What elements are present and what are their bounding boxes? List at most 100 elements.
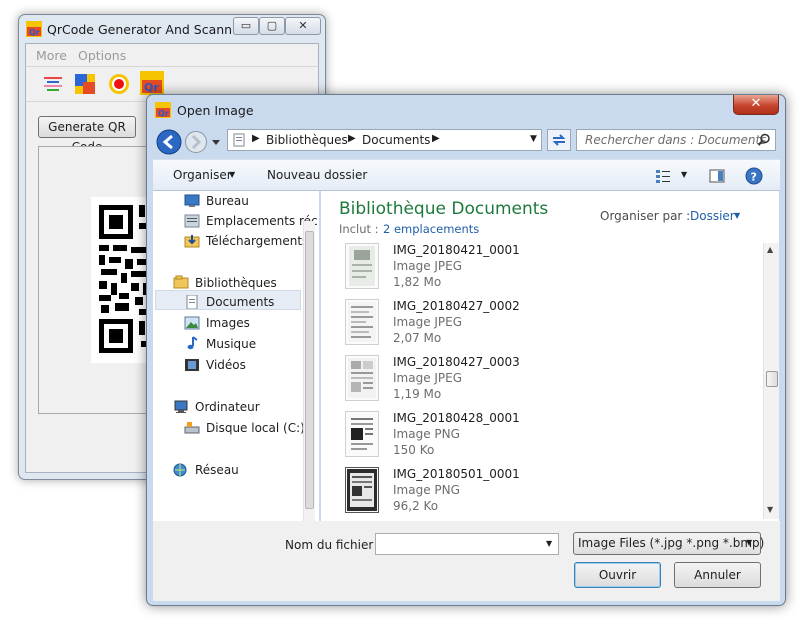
filter-dropdown-icon[interactable]: ▼ (746, 538, 752, 547)
command-bar: Organiser ▼ Nouveau dossier ▼ ? (153, 159, 780, 191)
organize-menu[interactable]: Organiser (173, 168, 232, 182)
nav-item-downloads[interactable]: Téléchargements (153, 231, 308, 251)
pictures-icon (184, 316, 200, 330)
close-button[interactable]: ✕ (285, 17, 321, 35)
menu-more[interactable]: More (36, 48, 67, 63)
organize-dropdown-icon[interactable]: ▼ (229, 170, 235, 179)
dialog-footer: Nom du fichier : ▼ Image Files (*.jpg *.… (153, 521, 780, 601)
nav-group-label: Bibliothèques (195, 276, 277, 290)
file-thumbnail (345, 299, 379, 345)
list-item[interactable]: IMG_20180421_0001 Image JPEG 1,82 Mo (321, 243, 761, 297)
scroll-up-icon[interactable]: ▲ (767, 245, 773, 254)
svg-text:Qr: Qr (158, 109, 169, 118)
help-icon[interactable]: ? (745, 167, 763, 185)
disk-drive-icon (184, 421, 200, 435)
color-blocks-icon[interactable] (74, 73, 96, 95)
nav-item-label: Bureau (206, 194, 249, 208)
file-type-filter[interactable]: Image Files (*.jpg *.png *.bmp) ▼ (573, 532, 764, 555)
refresh-button[interactable] (547, 129, 571, 151)
filename-input[interactable]: ▼ (375, 533, 559, 555)
generate-qr-button[interactable]: Generate QR Code (38, 116, 136, 154)
record-icon[interactable] (108, 73, 130, 95)
address-dropdown-icon[interactable]: ▼ (530, 134, 537, 144)
music-icon (184, 336, 200, 350)
search-box[interactable]: Rechercher dans : Documents (576, 129, 776, 151)
nav-item-local-disk[interactable]: Disque local (C:) (153, 418, 305, 438)
breadcrumb-separator-icon: ▶ (432, 133, 440, 144)
breadcrumb-separator-icon: ▶ (348, 133, 356, 144)
file-name: IMG_20180501_0001 (393, 467, 520, 481)
app-icon: Qr (26, 21, 42, 37)
cancel-button[interactable]: Annuler (674, 562, 761, 588)
file-list-scrollbar-thumb[interactable] (766, 371, 778, 387)
includes-locations-link[interactable]: 2 emplacements (383, 222, 479, 236)
text-align-icon[interactable] (42, 73, 64, 95)
qr-logo-icon[interactable]: Qr (140, 71, 164, 95)
scroll-down-icon[interactable]: ▼ (767, 505, 773, 514)
includes-label: Inclut : (339, 222, 379, 236)
svg-text:Qr: Qr (29, 28, 40, 37)
file-list-scrollbar[interactable]: ▲ ▼ (763, 243, 779, 519)
file-size: 1,19 Mo (393, 387, 442, 401)
maximize-button[interactable]: ▢ (259, 17, 285, 35)
qr-window-titlebar[interactable]: Qr QrCode Generator And Scann... ▭ ▢ ✕ (19, 15, 325, 43)
address-bar[interactable]: ▶ Bibliothèques ▶ Documents ▶ ▼ (227, 129, 542, 151)
search-icon[interactable] (757, 133, 771, 147)
nav-group-computer[interactable]: Ordinateur (153, 397, 301, 417)
nav-scrollbar-thumb[interactable] (305, 231, 314, 509)
forward-button[interactable] (184, 130, 208, 154)
nav-group-label: Réseau (195, 463, 239, 477)
desktop-icon (184, 194, 200, 208)
nav-item-label: Emplacements réc (206, 214, 318, 228)
dialog-titlebar[interactable]: Qr Open Image ✕ (147, 95, 785, 123)
recent-pages-dropdown-icon[interactable] (211, 136, 221, 146)
nav-item-label: Téléchargements (206, 234, 309, 248)
file-thumbnail (345, 243, 379, 289)
file-thumbnail (345, 411, 379, 457)
back-button[interactable] (156, 129, 182, 155)
file-name: IMG_20180428_0001 (393, 411, 520, 425)
preview-pane-icon[interactable] (709, 168, 725, 184)
nav-item-videos[interactable]: Vidéos (153, 355, 301, 375)
nav-item-label: Musique (206, 337, 257, 351)
nav-item-bureau[interactable]: Bureau (153, 191, 301, 211)
dialog-close-button[interactable]: ✕ (733, 95, 779, 115)
nav-item-recent-places[interactable]: Emplacements réc (153, 211, 318, 231)
file-type: Image JPEG (393, 259, 463, 273)
nav-item-documents[interactable]: Documents (153, 292, 301, 312)
qr-code-image (91, 197, 151, 363)
downloads-icon (184, 234, 200, 248)
arrange-by-dropdown-icon[interactable]: ▼ (734, 211, 740, 220)
open-button[interactable]: Ouvrir (574, 562, 661, 588)
menu-options[interactable]: Options (78, 48, 126, 63)
list-item[interactable]: IMG_20180428_0001 Image PNG 150 Ko (321, 411, 761, 465)
breadcrumb-documents[interactable]: Documents (362, 133, 430, 147)
nav-item-label: Disque local (C:) (206, 421, 305, 435)
new-folder-button[interactable]: Nouveau dossier (267, 168, 367, 182)
maximize-icon: ▢ (266, 19, 278, 32)
nav-item-label: Images (206, 316, 250, 330)
view-options-icon[interactable] (655, 168, 671, 184)
view-dropdown-icon[interactable]: ▼ (681, 170, 687, 179)
list-item[interactable]: IMG_20180427_0002 Image JPEG 2,07 Mo (321, 299, 761, 353)
recent-places-icon (184, 214, 200, 228)
breadcrumb-libraries[interactable]: Bibliothèques (266, 133, 348, 147)
library-icon (232, 133, 246, 147)
nav-group-libraries[interactable]: Bibliothèques (153, 273, 301, 293)
minimize-button[interactable]: ▭ (233, 17, 259, 35)
arrange-by-dropdown[interactable]: Dossier (690, 209, 735, 223)
qr-window-title: QrCode Generator And Scann... (47, 22, 245, 37)
content-pane: Bibliothèque Documents Inclut : 2 emplac… (321, 191, 779, 521)
file-size: 150 Ko (393, 443, 435, 457)
nav-scrollbar[interactable] (303, 221, 315, 521)
filename-dropdown-icon[interactable]: ▼ (546, 539, 552, 548)
documents-icon (184, 294, 200, 310)
breadcrumb-separator-icon: ▶ (252, 133, 260, 144)
nav-item-images[interactable]: Images (153, 313, 301, 333)
close-icon: ✕ (298, 19, 308, 32)
nav-item-music[interactable]: Musique (153, 334, 301, 354)
list-item[interactable]: IMG_20180501_0001 Image PNG 96,2 Ko (321, 467, 761, 519)
nav-group-network[interactable]: Réseau (153, 460, 301, 480)
list-item[interactable]: IMG_20180427_0003 Image JPEG 1,19 Mo (321, 355, 761, 409)
svg-text:Qr: Qr (144, 81, 159, 94)
